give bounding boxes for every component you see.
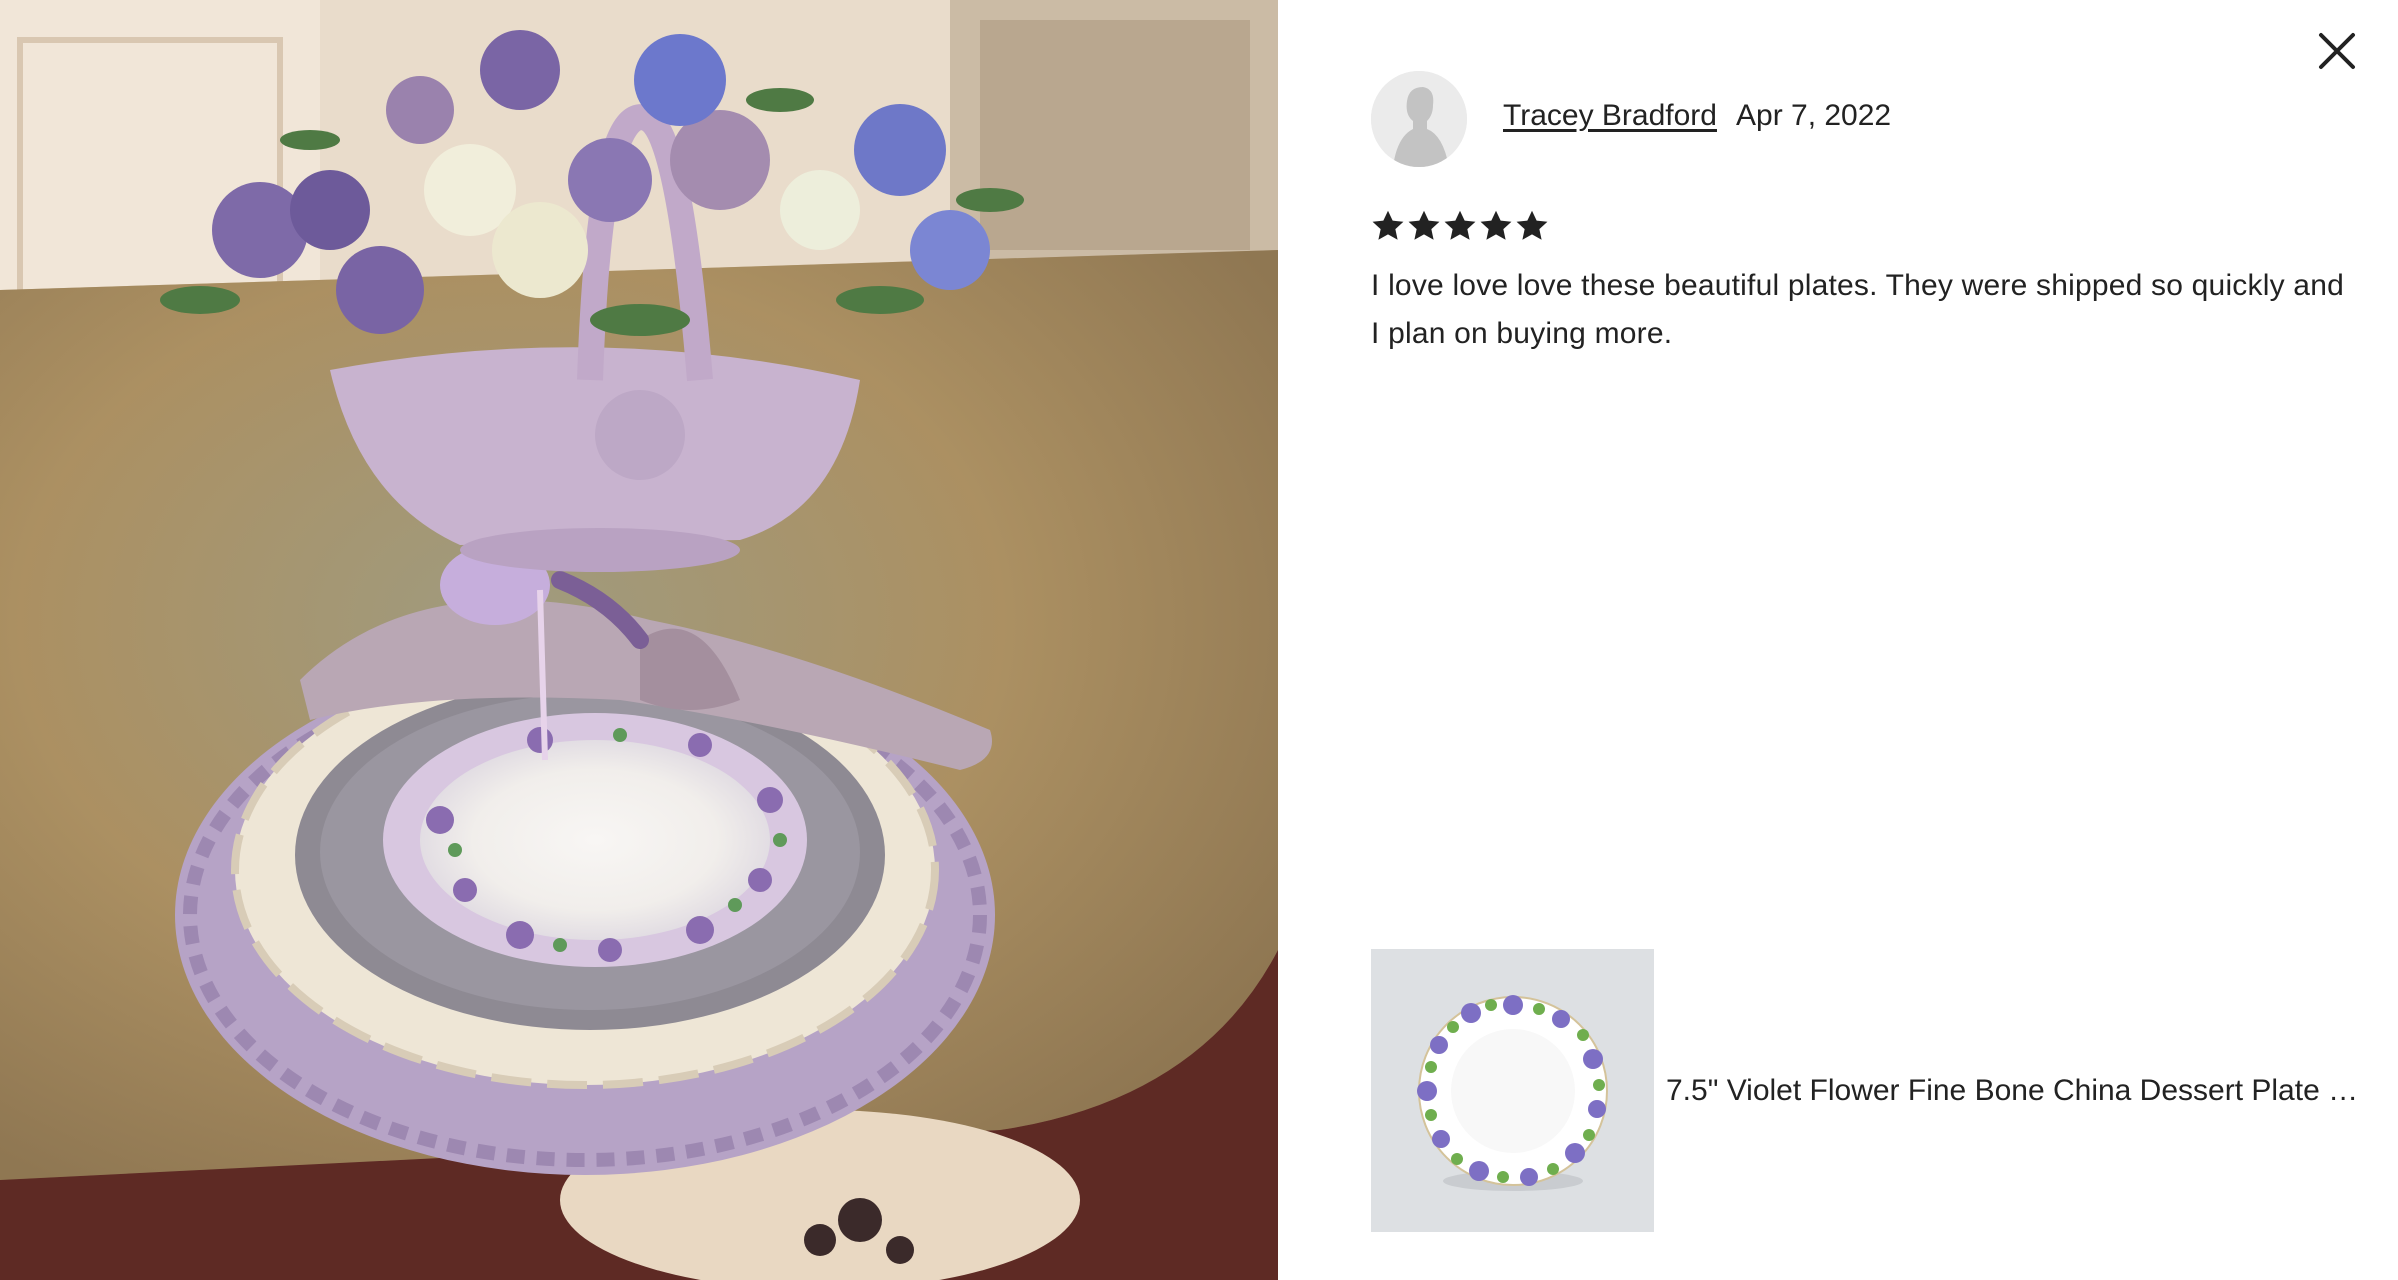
star-icon <box>1444 210 1476 240</box>
star-icon <box>1480 210 1512 240</box>
avatar <box>1371 71 1467 167</box>
user-silhouette-icon <box>1371 71 1467 167</box>
review-date: Apr 7, 2022 <box>1736 99 1892 132</box>
close-button[interactable] <box>2310 24 2364 78</box>
product-title-link[interactable]: 7.5" Violet Flower Fine Bone China Desse… <box>1666 1070 2370 1112</box>
review-photo <box>0 0 1278 1280</box>
plate-image <box>1371 949 1654 1232</box>
review-text: I love love love these beautiful plates.… <box>1371 269 2344 350</box>
star-icon <box>1408 210 1440 240</box>
star-icon <box>1516 210 1548 240</box>
reviewer-name-link[interactable]: Tracey Bradford <box>1503 96 1717 136</box>
star-rating <box>1370 208 1550 244</box>
product-thumbnail[interactable] <box>1371 949 1654 1232</box>
close-icon <box>2319 33 2355 69</box>
review-photo-illustration <box>0 0 1278 1280</box>
star-icon <box>1372 210 1404 240</box>
